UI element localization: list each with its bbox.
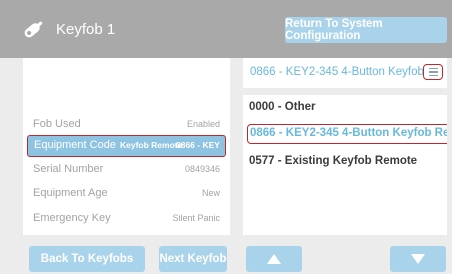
field-value: 0866 - KEY <box>176 140 220 150</box>
next-keyfob-button[interactable]: Next Keyfob <box>159 246 227 272</box>
field-row-fob-used[interactable]: Fob Used Enabled <box>23 114 230 136</box>
field-label: Equipment Age <box>33 187 108 199</box>
field-value: 0849346 <box>184 164 220 174</box>
keyfob-icon <box>24 21 43 38</box>
dropdown-option-selected[interactable]: 0866 - KEY2-345 4-Button Keyfob Remote <box>247 124 447 144</box>
equipment-code-dropdown[interactable]: 0866 - KEY2-345 4-Button Keyfob <box>243 58 447 88</box>
field-row-equipment-age[interactable]: Equipment Age New <box>23 183 230 205</box>
page-title: Keyfob 1 <box>56 21 116 38</box>
field-row-serial-number[interactable]: Serial Number 0849346 <box>23 159 230 181</box>
field-value: Silent Panic <box>172 213 220 223</box>
field-value: Enabled <box>186 119 220 129</box>
field-label: Emergency Key <box>33 212 111 224</box>
equipment-code-picker: 0866 - KEY2-345 4-Button Keyfob 0000 - O… <box>243 58 447 235</box>
menu-icon[interactable] <box>423 64 443 80</box>
field-label: Fob Used <box>33 118 81 130</box>
field-label: Equipment Code <box>34 139 116 151</box>
scroll-up-button[interactable] <box>246 246 302 272</box>
dropdown-selected-value: 0866 - KEY2-345 4-Button Keyfob <box>250 66 424 78</box>
field-row-emergency-key[interactable]: Emergency Key Silent Panic <box>23 208 230 230</box>
panel-blank-area <box>23 58 230 110</box>
triangle-up-icon <box>267 254 281 264</box>
field-row-equipment-code[interactable]: Equipment Code Keyfob Remote 0866 - KEY <box>27 135 226 157</box>
field-value: New <box>201 188 220 198</box>
field-value-description: Keyfob Remote <box>120 140 183 150</box>
return-to-system-configuration-button[interactable]: Return To System Configuration <box>285 17 447 43</box>
keyfob-details-panel: Fob Used Enabled Equipment Code Keyfob R… <box>23 58 230 235</box>
field-label: Serial Number <box>33 163 104 175</box>
dropdown-options-list: 0000 - Other 0866 - KEY2-345 4-Button Ke… <box>243 95 447 235</box>
back-to-keyfobs-button[interactable]: Back To Keyfobs <box>29 246 145 272</box>
dropdown-option[interactable]: 0000 - Other <box>249 101 315 113</box>
triangle-down-icon <box>411 254 425 264</box>
dropdown-option[interactable]: 0577 - Existing Keyfob Remote <box>249 155 417 167</box>
top-bar: Keyfob 1 Return To System Configuration <box>0 0 452 58</box>
scroll-down-button[interactable] <box>390 246 446 272</box>
